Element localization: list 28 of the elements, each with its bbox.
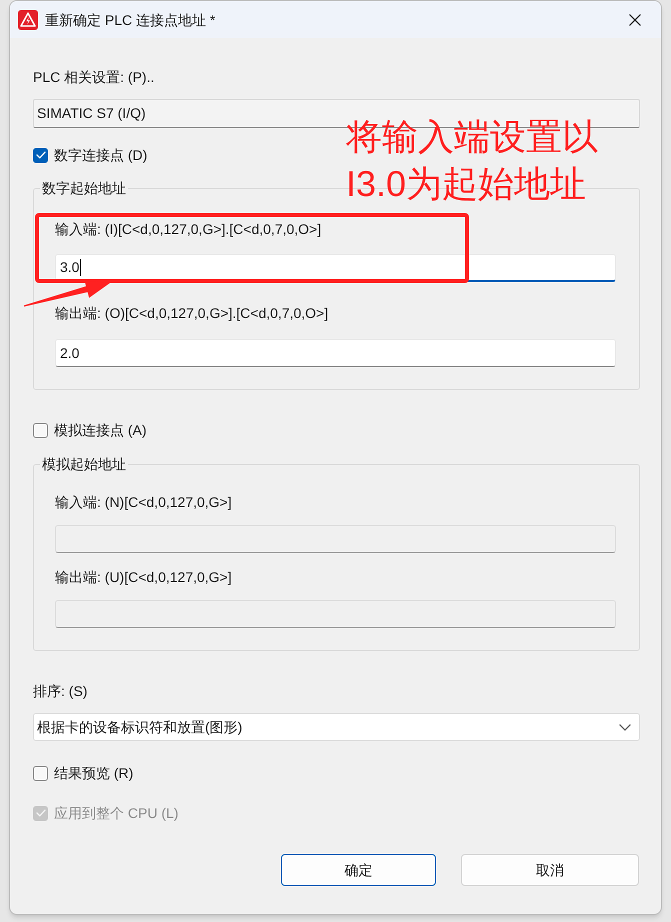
input-field[interactable]: 3.0 [55,254,616,282]
dialog-button[interactable]: 取消 [461,854,639,886]
check-icon [36,151,46,159]
annotation-text: I3.0为起始地址 [346,162,588,206]
group-title: 数字起始地址 [40,178,128,198]
field-label: 输入端: (I)[C<d,0,127,0,G>].[C<d,0,7,0,O>] [55,220,322,239]
text-cursor-icon [80,259,82,276]
close-icon [629,14,641,26]
checkbox[interactable] [33,766,48,780]
checkbox-label[interactable]: 结果预览 (R) [54,763,134,783]
field-label: 排序: (S) [33,682,88,701]
chevron-down-icon [619,724,631,730]
checkbox[interactable] [33,148,48,162]
field-label: 输出端: (O)[C<d,0,127,0,G>].[C<d,0,7,0,O>] [55,304,330,323]
group-title: 模拟起始地址 [40,454,128,474]
dialog-button[interactable]: 确定 [281,854,436,886]
checkbox-label[interactable]: 模拟连接点 (A) [54,420,147,440]
field-label: 输出端: (U)[C<d,0,127,0,G>] [55,568,233,587]
field-label: PLC 相关设置: (P).. [33,68,156,87]
checkbox-label[interactable]: 数字连接点 (D) [54,145,148,165]
check-icon [36,809,46,817]
window-title: 重新确定 PLC 连接点地址 * [45,10,216,30]
checkbox[interactable] [33,422,48,438]
lightning-triangle-icon [18,10,38,30]
checkbox-label: 应用到整个 CPU (L) [54,804,178,823]
field-label: 输入端: (N)[C<d,0,127,0,G>] [55,493,233,512]
input-field[interactable]: 2.0 [55,339,616,367]
dropdown[interactable]: 根据卡的设备标识符和放置(图形) [33,713,640,741]
